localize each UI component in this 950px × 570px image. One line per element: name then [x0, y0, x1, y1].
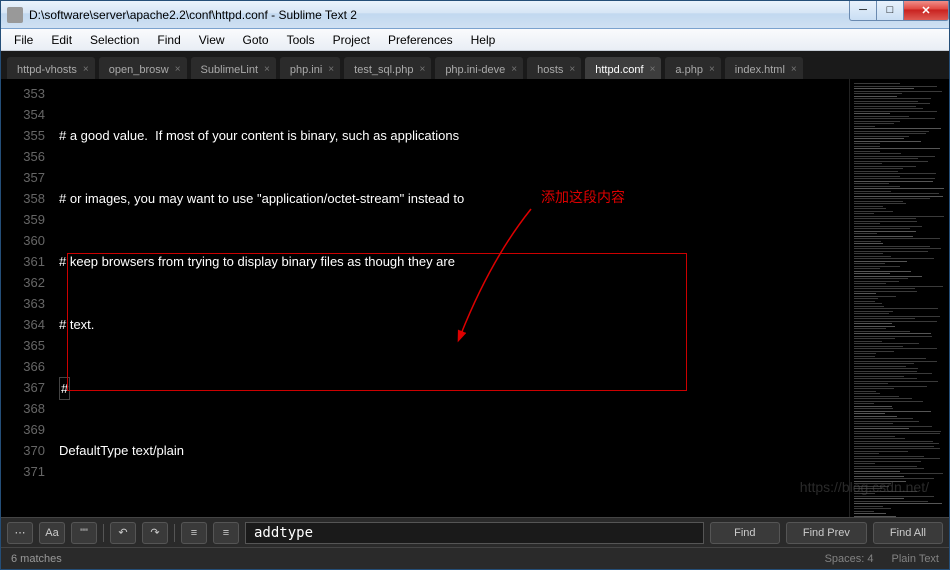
line-number: 355 — [1, 125, 45, 146]
line-number: 369 — [1, 419, 45, 440]
line-number: 370 — [1, 440, 45, 461]
find-preserve-toggle[interactable]: ≡ — [213, 522, 239, 544]
tab-label: SublimeLint — [201, 64, 258, 76]
code-line: # a good value. If most of your content … — [59, 125, 849, 146]
line-number: 361 — [1, 251, 45, 272]
status-spaces[interactable]: Spaces: 4 — [825, 553, 874, 565]
line-number: 364 — [1, 314, 45, 335]
line-number: 353 — [1, 83, 45, 104]
line-number: 359 — [1, 209, 45, 230]
code-line: # keep browsers from trying to display b… — [59, 251, 849, 272]
line-number: 356 — [1, 146, 45, 167]
tab-php-ini-deve[interactable]: php.ini-deve × — [435, 57, 523, 79]
maximize-button[interactable]: □ — [876, 1, 904, 21]
menu-view[interactable]: View — [190, 31, 234, 49]
find-case-toggle[interactable]: Aa — [39, 522, 65, 544]
code-line: # — [59, 377, 849, 398]
titlebar: D:\software\server\apache2.2\conf\httpd.… — [1, 1, 949, 29]
find-input[interactable] — [245, 522, 704, 544]
tab-open-brosw[interactable]: open_brosw × — [99, 57, 187, 79]
close-icon[interactable]: × — [569, 64, 575, 75]
find-all-button[interactable]: Find All — [873, 522, 943, 544]
tab-a-php[interactable]: a.php × — [665, 57, 720, 79]
find-regex-toggle[interactable]: ⋯ — [7, 522, 33, 544]
status-syntax[interactable]: Plain Text — [892, 553, 940, 565]
line-number: 365 — [1, 335, 45, 356]
line-number: 371 — [1, 461, 45, 482]
tab-label: php.ini — [290, 64, 322, 76]
tab-label: a.php — [675, 64, 703, 76]
menu-goto[interactable]: Goto — [234, 31, 278, 49]
tab-test-sql-php[interactable]: test_sql.php × — [344, 57, 431, 79]
app-icon — [7, 7, 23, 23]
gutter: 3533543553563573583593603613623633643653… — [1, 79, 59, 517]
code-line: DefaultType text/plain — [59, 440, 849, 461]
line-number: 367 — [1, 377, 45, 398]
close-icon[interactable]: × — [175, 64, 181, 75]
find-highlight-toggle[interactable]: ≡ — [181, 522, 207, 544]
code-area[interactable]: # a good value. If most of your content … — [59, 79, 849, 517]
window-title: D:\software\server\apache2.2\conf\httpd.… — [29, 8, 850, 22]
watermark: https://blog.csdn.net/ — [800, 479, 929, 495]
tab-label: httpd-vhosts — [17, 64, 77, 76]
menu-find[interactable]: Find — [148, 31, 189, 49]
menu-edit[interactable]: Edit — [42, 31, 81, 49]
tab-hosts[interactable]: hosts × — [527, 57, 581, 79]
menubar: File Edit Selection Find View Goto Tools… — [1, 29, 949, 51]
find-insel-toggle[interactable]: ↷ — [142, 522, 168, 544]
menu-project[interactable]: Project — [324, 31, 379, 49]
status-matches: 6 matches — [11, 553, 62, 565]
line-number: 362 — [1, 272, 45, 293]
annotation-text: 添加这段内容 — [541, 187, 625, 207]
find-divider — [103, 524, 104, 542]
code-line — [59, 503, 849, 517]
menu-help[interactable]: Help — [462, 31, 505, 49]
tab-label: hosts — [537, 64, 563, 76]
close-button[interactable]: ✕ — [903, 1, 949, 21]
minimap[interactable] — [849, 79, 949, 517]
code-line: # or images, you may want to use "applic… — [59, 188, 849, 209]
tab-label: php.ini-deve — [445, 64, 505, 76]
close-icon[interactable]: × — [511, 64, 517, 75]
tab-label: open_brosw — [109, 64, 169, 76]
tab-label: test_sql.php — [354, 64, 413, 76]
tabbar: httpd-vhosts×open_brosw×SublimeLint×php.… — [1, 51, 949, 79]
tab-label: httpd.conf — [595, 64, 643, 76]
minimize-button[interactable]: ─ — [849, 1, 877, 21]
close-icon[interactable]: × — [328, 64, 334, 75]
find-prev-button[interactable]: Find Prev — [786, 522, 867, 544]
close-icon[interactable]: × — [650, 64, 656, 75]
line-number: 363 — [1, 293, 45, 314]
menu-tools[interactable]: Tools — [278, 31, 324, 49]
editor[interactable]: 3533543553563573583593603613623633643653… — [1, 79, 949, 517]
tab-label: index.html — [735, 64, 785, 76]
close-icon[interactable]: × — [791, 64, 797, 75]
tab-httpd-conf[interactable]: httpd.conf × — [585, 57, 661, 79]
close-icon[interactable]: × — [419, 64, 425, 75]
find-wrap-toggle[interactable]: ↶ — [110, 522, 136, 544]
line-number: 360 — [1, 230, 45, 251]
find-whole-toggle[interactable]: "" — [71, 522, 97, 544]
line-number: 366 — [1, 356, 45, 377]
code-line: # text. — [59, 314, 849, 335]
find-divider — [174, 524, 175, 542]
tab-index-html[interactable]: index.html × — [725, 57, 803, 79]
line-number: 368 — [1, 398, 45, 419]
find-button[interactable]: Find — [710, 522, 780, 544]
menu-file[interactable]: File — [5, 31, 42, 49]
line-number: 358 — [1, 188, 45, 209]
tab-sublimelint[interactable]: SublimeLint × — [191, 57, 276, 79]
menu-selection[interactable]: Selection — [81, 31, 148, 49]
close-icon[interactable]: × — [709, 64, 715, 75]
menu-preferences[interactable]: Preferences — [379, 31, 462, 49]
close-icon[interactable]: × — [83, 64, 89, 75]
close-icon[interactable]: × — [264, 64, 270, 75]
statusbar: 6 matches Spaces: 4 Plain Text — [1, 547, 949, 569]
line-number: 357 — [1, 167, 45, 188]
line-number: 354 — [1, 104, 45, 125]
find-bar: ⋯ Aa "" ↶ ↷ ≡ ≡ Find Find Prev Find All — [1, 517, 949, 547]
tab-php-ini[interactable]: php.ini × — [280, 57, 340, 79]
tab-httpd-vhosts[interactable]: httpd-vhosts × — [7, 57, 95, 79]
